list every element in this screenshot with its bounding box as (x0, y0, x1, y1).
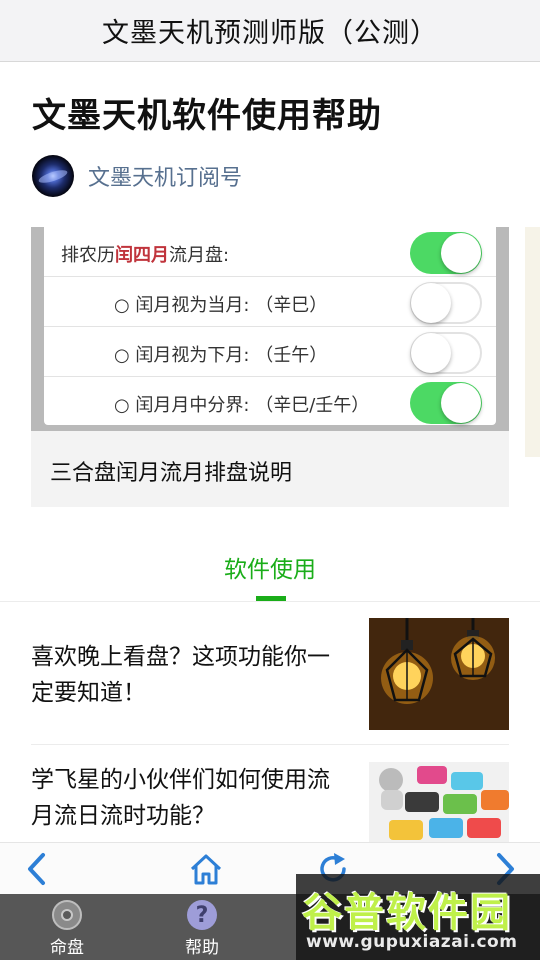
disc-icon (52, 900, 82, 930)
tab-active-indicator (256, 596, 286, 601)
toggle-switch-off (410, 282, 482, 324)
card-caption: 三合盘闰月流月排盘说明 (50, 461, 293, 486)
author-name-link[interactable]: 文墨天机订阅号 (88, 160, 242, 192)
settings-row: ○ 闰月视为当月: （辛巳） (44, 277, 496, 327)
watermark-logo: 谷普软件园 www.gupuxiazai.com (296, 874, 540, 960)
article-title: 文墨天机软件使用帮助 (32, 96, 382, 136)
section-tab-row: 软件使用 (0, 532, 540, 602)
watermark-url: www.gupuxiazai.com (306, 932, 518, 952)
tab-help[interactable]: ? 帮助 (162, 900, 242, 958)
list-item-title: 学飞星的小伙伴们如何使用流月流日流时功能？ (31, 767, 330, 829)
home-icon[interactable] (186, 851, 226, 887)
next-card-peek[interactable] (525, 227, 540, 457)
app-title: 文墨天机预测师版（公测） (102, 18, 438, 49)
card-image: 排农历闰四月流月盘: ○ 闰月视为当月: （辛巳） ○ 闰月视为下月: （壬午）… (31, 227, 509, 431)
settings-screenshot: 排农历闰四月流月盘: ○ 闰月视为当月: （辛巳） ○ 闰月视为下月: （壬午）… (44, 227, 496, 425)
settings-row: ○ 闰月视为下月: （壬午） (44, 327, 496, 377)
webview-content[interactable]: 文墨天机软件使用帮助 文墨天机订阅号 排农历闰四月流月盘: ○ 闰月视为当月: … (0, 62, 540, 842)
app-keyboard-image (369, 762, 509, 842)
featured-card[interactable]: 排农历闰四月流月盘: ○ 闰月视为当月: （辛巳） ○ 闰月视为下月: （壬午）… (31, 227, 509, 507)
tab-chart[interactable]: 命盘 (27, 900, 107, 958)
list-item-title: 喜欢晚上看盘？这项功能你一定要知道！ (31, 644, 330, 706)
toggle-switch-on (410, 232, 482, 274)
tab-software-usage[interactable]: 软件使用 (0, 550, 540, 584)
avatar[interactable] (32, 155, 74, 197)
toggle-switch-on (410, 382, 482, 424)
app-header: 文墨天机预测师版（公测） (0, 0, 540, 62)
settings-row: ○ 闰月月中分界: （辛巳/壬午） (44, 377, 496, 427)
settings-row: 排农历闰四月流月盘: (44, 227, 496, 277)
list-item[interactable]: 喜欢晚上看盘？这项功能你一定要知道！ (31, 618, 509, 745)
help-icon: ? (187, 900, 217, 930)
light-bulbs-image (369, 618, 509, 730)
toggle-switch-off (410, 332, 482, 374)
chevron-left-icon[interactable] (17, 851, 57, 887)
list-item[interactable]: 学飞星的小伙伴们如何使用流月流日流时功能？ (31, 746, 509, 842)
watermark-brand: 谷普软件园 (302, 890, 512, 936)
author-row[interactable]: 文墨天机订阅号 (32, 154, 242, 198)
